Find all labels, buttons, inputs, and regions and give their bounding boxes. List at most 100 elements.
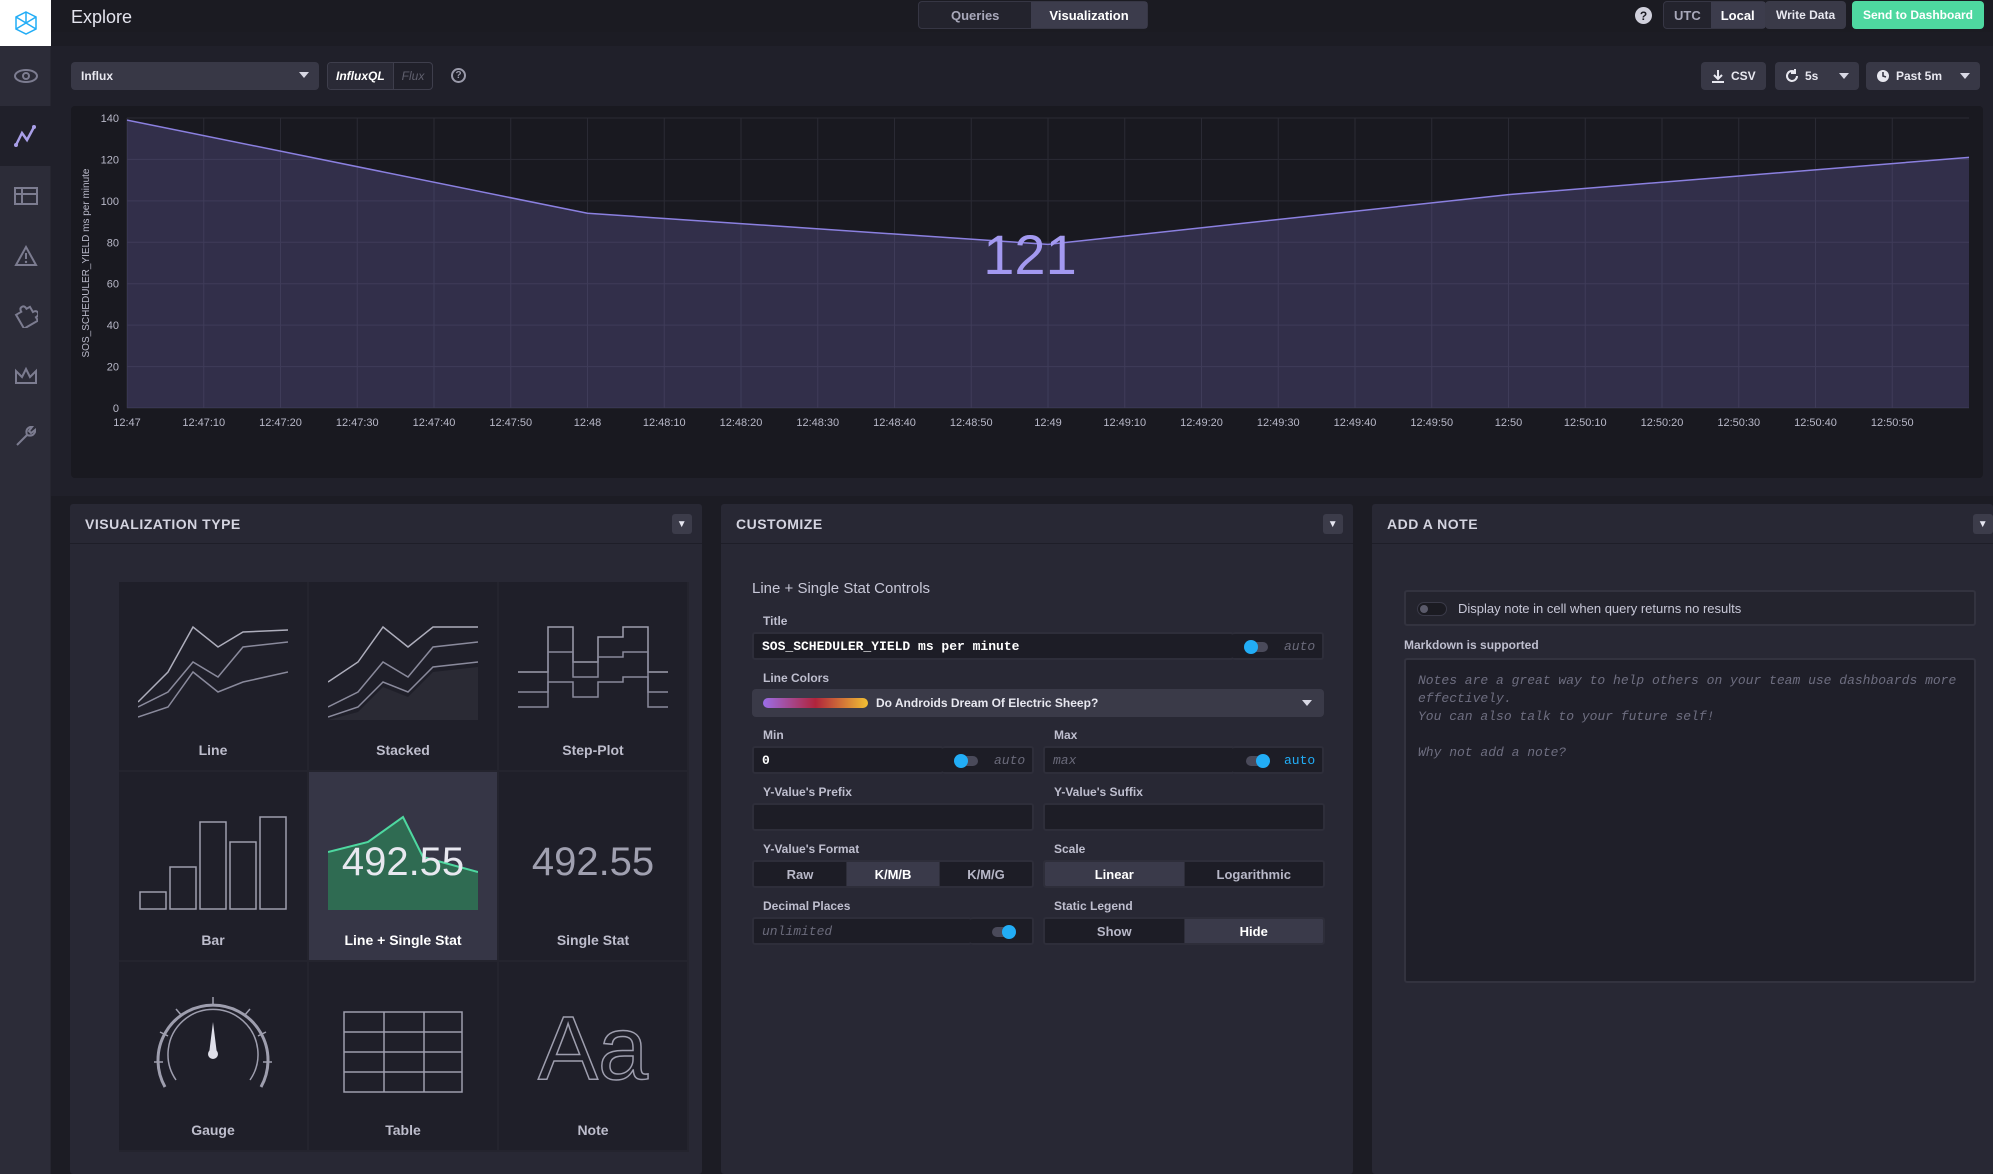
x-tick-label: 12:48:20	[720, 417, 763, 429]
viz-type-table[interactable]: Table	[309, 962, 497, 1150]
stacked-graph-icon	[328, 625, 478, 720]
x-tick-label: 12:49:20	[1180, 417, 1223, 429]
x-tick-label: 12:49:40	[1334, 417, 1377, 429]
x-tick-label: 12:48:30	[796, 417, 839, 429]
send-to-dashboard-button[interactable]: Send to Dashboard	[1852, 1, 1985, 29]
csv-button[interactable]: CSV	[1701, 62, 1766, 90]
max-input[interactable]: max	[1043, 746, 1235, 774]
chevron-down-icon	[299, 72, 309, 78]
decimal-toggle[interactable]	[970, 917, 1034, 945]
lang-influxql[interactable]: InfluxQL	[328, 63, 393, 89]
x-tick-label: 12:49:50	[1410, 417, 1453, 429]
viz-type-line-single-stat[interactable]: 492.55 Line + Single Stat	[309, 772, 497, 960]
color-gradient-swatch	[763, 698, 868, 708]
line-colors-label: Line Colors	[763, 671, 830, 685]
tab-visualization[interactable]: Visualization	[1031, 2, 1147, 28]
single-stat-value: 121	[983, 223, 1076, 286]
x-tick-label: 12:49:30	[1257, 417, 1300, 429]
format-toggle: Raw K/M/B K/M/G	[752, 860, 1034, 888]
graph-area: Influx InfluxQL Flux ? CSV 5s Past 5m 0 2…	[51, 46, 1993, 496]
format-kmb[interactable]: K/M/B	[847, 862, 940, 886]
timezone-toggle: UTC Local	[1663, 1, 1766, 29]
time-range-dropdown[interactable]: Past 5m	[1866, 62, 1980, 90]
min-input[interactable]: 0	[752, 746, 944, 774]
y-tick-label: 20	[107, 362, 119, 374]
legend-hide[interactable]: Hide	[1184, 919, 1323, 943]
alert-icon[interactable]	[0, 226, 51, 286]
download-icon	[1712, 70, 1724, 83]
markdown-label: Markdown is supported	[1404, 638, 1539, 652]
collapse-icon[interactable]: ▼	[1323, 514, 1343, 534]
title-auto-toggle[interactable]: auto	[1232, 632, 1324, 660]
gauge-icon	[154, 997, 272, 1088]
note-textarea[interactable]: Notes are a great way to help others on …	[1404, 658, 1976, 983]
viz-type-note[interactable]: Aa Note	[499, 962, 687, 1150]
refresh-dropdown[interactable]: 5s	[1775, 62, 1859, 90]
max-auto-toggle[interactable]: auto	[1232, 746, 1324, 774]
bar-graph-icon	[139, 816, 287, 910]
source-label: Influx	[81, 69, 113, 83]
viz-type-line[interactable]: Line	[119, 582, 307, 770]
refresh-label: 5s	[1805, 69, 1819, 83]
prefix-input[interactable]	[752, 803, 1034, 831]
scale-linear[interactable]: Linear	[1045, 862, 1185, 886]
y-tick-label: 80	[107, 237, 119, 249]
y-tick-label: 60	[107, 279, 119, 291]
source-dropdown[interactable]: Influx	[71, 62, 319, 90]
x-tick-label: 12:47:10	[182, 417, 225, 429]
write-data-button[interactable]: Write Data	[1765, 1, 1847, 29]
line-colors-dropdown[interactable]: Do Androids Dream Of Electric Sheep?	[752, 689, 1324, 717]
max-label: Max	[1054, 728, 1078, 742]
viz-type-stacked[interactable]: Stacked	[309, 582, 497, 770]
legend-show[interactable]: Show	[1045, 919, 1185, 943]
viz-type-bar[interactable]: Bar	[119, 772, 307, 960]
help-icon[interactable]: ?	[1635, 7, 1652, 24]
viz-type-gauge[interactable]: Gauge	[119, 962, 307, 1150]
chart: 0 20 40 60 80 100 120 140 12:47 12:47:10 12:47:20 1…	[71, 106, 1983, 478]
controls-heading: Line + Single Stat Controls	[752, 580, 931, 597]
collapse-icon[interactable]: ▼	[1973, 514, 1993, 534]
puzzle-icon[interactable]	[0, 286, 51, 346]
legend-toggle: Show Hide	[1043, 917, 1325, 945]
wrench-icon[interactable]	[0, 406, 51, 466]
auto-label: auto	[1284, 752, 1316, 768]
page-title: Explore	[71, 7, 133, 27]
tab-queries[interactable]: Queries	[919, 2, 1031, 28]
line-graph-icon	[138, 625, 288, 718]
x-tick-label: 12:48:50	[950, 417, 993, 429]
x-tick-label: 12:47:30	[336, 417, 379, 429]
viz-type-label: Stacked	[376, 742, 430, 758]
format-kmg[interactable]: K/M/G	[940, 862, 1032, 886]
title-input[interactable]: SOS_SCHEDULER_YIELD ms per minute	[752, 632, 1234, 660]
x-tick-label: 12:49:10	[1103, 417, 1146, 429]
crown-icon[interactable]	[0, 346, 51, 406]
lang-flux[interactable]: Flux	[392, 63, 433, 89]
viz-type-step-plot[interactable]: Step-Plot	[499, 582, 687, 770]
viz-stat-value: 492.55	[531, 840, 655, 884]
chevron-down-icon	[1960, 73, 1970, 79]
toggle-switch	[992, 925, 1016, 939]
tz-local[interactable]: Local	[1710, 2, 1765, 28]
tz-utc[interactable]: UTC	[1664, 2, 1711, 28]
viz-type-label: Table	[385, 1122, 421, 1138]
graph-icon[interactable]	[0, 106, 51, 166]
table-icon[interactable]	[0, 166, 51, 226]
decimal-input[interactable]: unlimited	[752, 917, 972, 945]
mode-toggle: Queries Visualization	[918, 1, 1148, 29]
note-toggle-row: Display note in cell when query returns …	[1404, 590, 1976, 626]
scale-logarithmic[interactable]: Logarithmic	[1185, 862, 1324, 886]
viz-type-single-stat[interactable]: 492.55 Single Stat	[499, 772, 687, 960]
suffix-input[interactable]	[1043, 803, 1325, 831]
min-auto-toggle[interactable]: auto	[942, 746, 1034, 774]
viz-type-label: Bar	[201, 932, 225, 948]
logo-icon[interactable]	[0, 0, 51, 46]
format-label: Y-Value's Format	[763, 842, 860, 856]
help-icon[interactable]: ?	[451, 68, 466, 83]
collapse-icon[interactable]: ▼	[672, 514, 692, 534]
format-raw[interactable]: Raw	[754, 862, 847, 886]
refresh-icon	[1786, 69, 1798, 82]
eye-icon[interactable]	[0, 46, 51, 106]
toggle-switch[interactable]	[1417, 602, 1447, 616]
top-bar: Explore Queries Visualization ? UTC Loca…	[51, 0, 1993, 32]
viz-type-label: Step-Plot	[562, 742, 624, 758]
